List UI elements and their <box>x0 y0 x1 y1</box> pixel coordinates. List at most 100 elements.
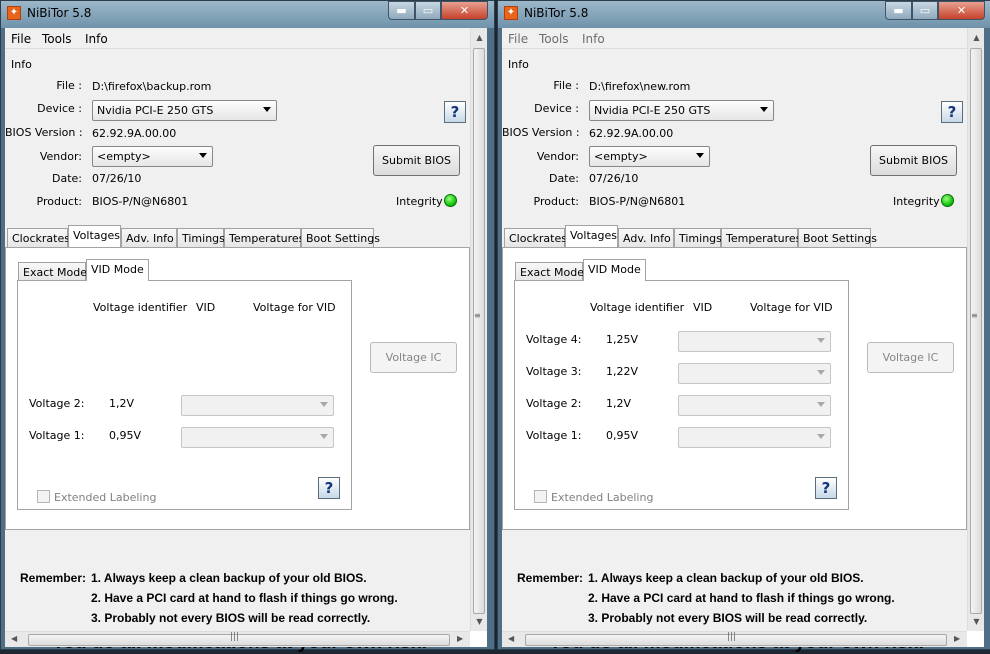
scroll-left-icon[interactable]: ◀ <box>508 634 514 643</box>
menu-file[interactable]: File <box>508 32 528 46</box>
menu-tools[interactable]: Tools <box>539 32 569 46</box>
voltage-row-label: Voltage 2: <box>526 397 582 410</box>
extended-labeling-checkbox[interactable] <box>534 490 547 503</box>
remember-item-1: 1. Always keep a clean backup of your ol… <box>588 571 864 585</box>
tab-adv-info[interactable]: Adv. Info <box>618 228 674 247</box>
device-label: Device : <box>37 102 82 115</box>
subtab-vid-mode[interactable]: VID Mode <box>583 259 646 281</box>
vendor-select-value: <empty> <box>97 150 151 163</box>
voltage-row-value: 1,22V <box>606 365 639 378</box>
close-button[interactable]: ✕ <box>938 1 985 20</box>
horizontal-scrollbar[interactable]: ◀ ||| ▶ <box>502 631 967 647</box>
nibitor-app-icon: ✦ <box>7 6 21 20</box>
help-icon[interactable]: ? <box>444 101 466 123</box>
close-button[interactable]: ✕ <box>441 1 488 20</box>
submit-bios-button[interactable]: Submit BIOS <box>373 145 460 176</box>
bios-version-label: BIOS Version : <box>5 126 83 139</box>
voltage-row-value: 1,25V <box>606 333 639 346</box>
voltage-ic-button[interactable]: Voltage IC <box>370 342 457 373</box>
grip-icon: ||| <box>230 632 240 642</box>
tab-timings[interactable]: Timings <box>177 228 225 247</box>
scroll-right-icon[interactable]: ▶ <box>457 634 463 643</box>
maximize-button[interactable]: ▭ <box>415 1 441 20</box>
col-voltage-for-vid: Voltage for VID <box>253 301 336 314</box>
device-select[interactable]: Nvidia PCI-E 250 GTS <box>92 100 277 121</box>
scroll-right-icon[interactable]: ▶ <box>954 634 960 643</box>
grip-icon: ||| <box>727 632 737 642</box>
date-label: Date: <box>52 172 82 185</box>
voltage-vid-select[interactable] <box>678 331 831 352</box>
menu-info[interactable]: Info <box>85 32 108 46</box>
extended-labeling-label: Extended Labeling <box>551 491 654 504</box>
date-value: 07/26/10 <box>589 172 639 185</box>
voltage-vid-select[interactable] <box>181 427 334 448</box>
maximize-button[interactable]: ▭ <box>912 1 938 20</box>
vendor-select-value: <empty> <box>594 150 648 163</box>
submit-bios-button[interactable]: Submit BIOS <box>870 145 957 176</box>
tab-timings[interactable]: Timings <box>674 228 722 247</box>
vendor-select[interactable]: <empty> <box>589 146 710 167</box>
extended-labeling-checkbox[interactable] <box>37 490 50 503</box>
tab-adv-info[interactable]: Adv. Info <box>121 228 177 247</box>
voltage-ic-button[interactable]: Voltage IC <box>867 342 954 373</box>
tab-temperatures[interactable]: Temperatures <box>224 228 304 247</box>
window-title: NiBiTor 5.8 <box>524 6 589 20</box>
tab-clockrates[interactable]: Clockrates <box>504 228 567 247</box>
vendor-select[interactable]: <empty> <box>92 146 213 167</box>
device-select[interactable]: Nvidia PCI-E 250 GTS <box>589 100 774 121</box>
vertical-scrollbar[interactable]: ▲ ≡ ▼ <box>470 28 487 631</box>
scroll-up-icon[interactable]: ▲ <box>474 32 485 43</box>
tab-boot-settings[interactable]: Boot Settings <box>301 228 380 247</box>
voltage-vid-select[interactable] <box>181 395 334 416</box>
minimize-button[interactable]: ▬ <box>388 1 415 20</box>
voltages-tab-panel: Exact Mode VID Mode Voltage identifier V… <box>5 247 470 530</box>
tab-clockrates[interactable]: Clockrates <box>7 228 70 247</box>
chevron-down-icon <box>696 153 704 158</box>
chevron-down-icon <box>817 434 825 439</box>
chevron-down-icon <box>817 338 825 343</box>
help-icon[interactable]: ? <box>815 477 837 499</box>
tab-voltages[interactable]: Voltages <box>565 225 618 247</box>
col-vid: VID <box>693 301 713 314</box>
subtab-exact-mode[interactable]: Exact Mode <box>515 262 584 281</box>
tab-temperatures[interactable]: Temperatures <box>721 228 801 247</box>
scroll-up-icon[interactable]: ▲ <box>971 32 982 43</box>
minimize-button[interactable]: ▬ <box>885 1 912 20</box>
tab-voltages[interactable]: Voltages <box>68 225 121 247</box>
menu-info[interactable]: Info <box>582 32 605 46</box>
extended-labeling-label: Extended Labeling <box>54 491 157 504</box>
voltage-vid-select[interactable] <box>678 363 831 384</box>
menu-tools[interactable]: Tools <box>42 32 72 46</box>
scrollbar-thumb[interactable] <box>473 48 485 614</box>
integrity-status-icon <box>444 194 457 207</box>
remember-item-3: 3. Probably not every BIOS will be read … <box>91 611 371 625</box>
help-icon[interactable]: ? <box>318 477 340 499</box>
bios-version-value: 62.92.9A.00.00 <box>589 127 674 140</box>
voltage-row-value: 0,95V <box>109 429 142 442</box>
voltage-vid-select[interactable] <box>678 427 831 448</box>
subtab-exact-mode[interactable]: Exact Mode <box>18 262 87 281</box>
title-bar[interactable]: ✦ NiBiTor 5.8 ▬ ▭ ✕ <box>1 1 494 28</box>
bios-version-label: BIOS Version : <box>502 126 580 139</box>
menu-bar: File Tools Info <box>5 28 470 49</box>
scroll-down-icon[interactable]: ▼ <box>474 616 485 627</box>
horizontal-scrollbar[interactable]: ◀ ||| ▶ <box>5 631 470 647</box>
col-voltage-for-vid: Voltage for VID <box>750 301 833 314</box>
voltage-vid-select[interactable] <box>678 395 831 416</box>
subtab-vid-mode[interactable]: VID Mode <box>86 259 149 281</box>
remember-item-1: 1. Always keep a clean backup of your ol… <box>91 571 367 585</box>
device-select-value: Nvidia PCI-E 250 GTS <box>594 104 711 117</box>
vertical-scrollbar[interactable]: ▲ ≡ ▼ <box>967 28 984 631</box>
scrollbar-thumb[interactable] <box>970 48 982 614</box>
voltage-row-label: Voltage 2: <box>29 397 85 410</box>
scroll-down-icon[interactable]: ▼ <box>971 616 982 627</box>
bios-version-value: 62.92.9A.00.00 <box>92 127 177 140</box>
file-path: D:\firefox\new.rom <box>589 80 691 93</box>
voltage-row-label: Voltage 1: <box>29 429 85 442</box>
title-bar[interactable]: ✦ NiBiTor 5.8 ▬ ▭ ✕ <box>498 1 990 28</box>
help-icon[interactable]: ? <box>941 101 963 123</box>
tab-boot-settings[interactable]: Boot Settings <box>798 228 877 247</box>
menu-file[interactable]: File <box>11 32 31 46</box>
scroll-left-icon[interactable]: ◀ <box>11 634 17 643</box>
integrity-label: Integrity : <box>396 195 450 208</box>
